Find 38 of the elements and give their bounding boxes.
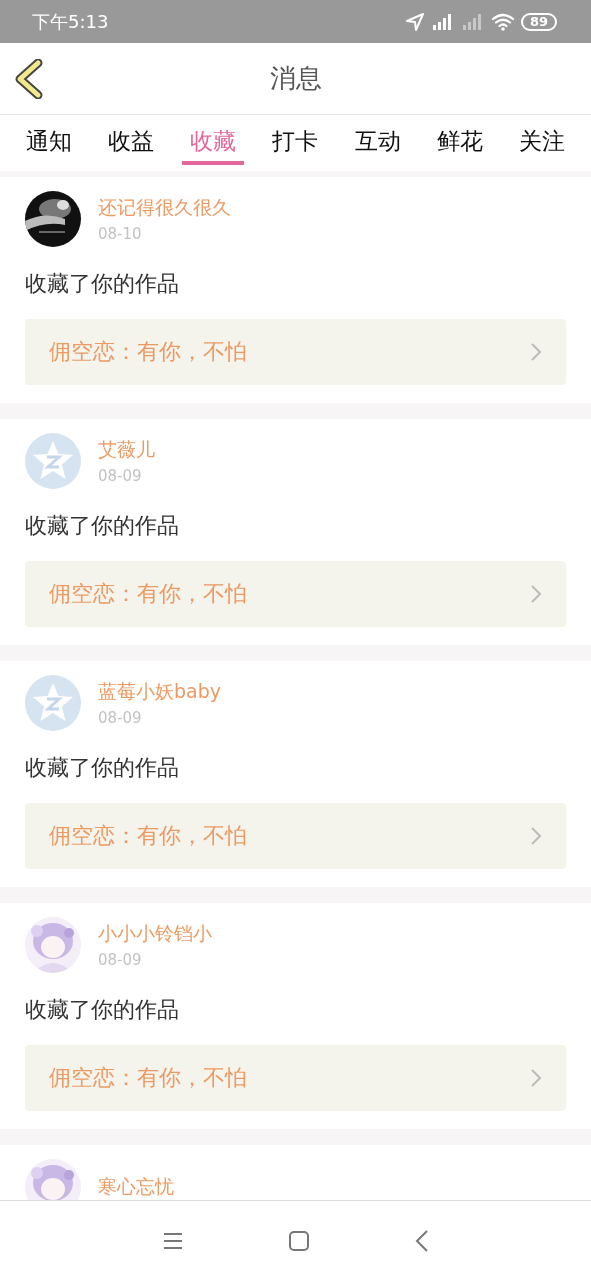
default-avatar-icon [25, 675, 81, 731]
tab[interactable]: 互动 [352, 125, 403, 165]
user-name[interactable]: 蓝莓小妖baby [98, 679, 221, 705]
tab[interactable]: 关注 [516, 125, 567, 165]
message-date: 08-09 [98, 467, 143, 485]
work-link[interactable]: 佣空恋：有你，不怕 [25, 1045, 566, 1111]
home-square-icon[interactable] [287, 1229, 310, 1252]
work-link[interactable]: 佣空恋：有你，不怕 [25, 319, 566, 385]
battery-icon: 89 [520, 12, 557, 31]
back-icon[interactable] [413, 1228, 430, 1253]
tab[interactable]: 鲜花 [434, 125, 485, 165]
message-text: 收藏了你的作品 [25, 512, 180, 540]
user-name[interactable]: 艾薇儿 [98, 437, 155, 463]
user-name[interactable]: 小小小铃铛小 [98, 921, 212, 947]
chevron-right-icon [530, 584, 542, 604]
user-name[interactable]: 寒心忘忧 [98, 1174, 174, 1200]
chevron-right-icon [530, 342, 542, 362]
page-title: 消息 [269, 62, 322, 95]
work-link[interactable]: 佣空恋：有你，不怕 [25, 803, 566, 869]
message-date: 08-10 [98, 225, 143, 243]
message-text: 收藏了你的作品 [25, 754, 180, 782]
message-text: 收藏了你的作品 [25, 270, 180, 298]
tab[interactable]: 通知 [24, 125, 74, 165]
wifi-icon [490, 11, 515, 32]
user-name[interactable]: 还记得很久很久 [98, 195, 231, 221]
work-link[interactable]: 佣空恋：有你，不怕 [25, 561, 566, 627]
tab[interactable]: 收藏 [182, 125, 245, 165]
tab[interactable]: 收益 [106, 125, 157, 165]
chevron-right-icon [530, 1068, 542, 1088]
default-avatar-icon [25, 433, 81, 489]
message-date: 08-09 [98, 709, 143, 727]
message-text: 收藏了你的作品 [25, 996, 180, 1024]
tab[interactable]: 打卡 [270, 125, 321, 165]
menu-icon[interactable] [161, 1230, 184, 1251]
status-time: 下午5:13 [32, 9, 109, 34]
location-icon [404, 11, 425, 32]
chevron-right-icon [530, 826, 542, 846]
message-date: 08-09 [98, 951, 143, 969]
